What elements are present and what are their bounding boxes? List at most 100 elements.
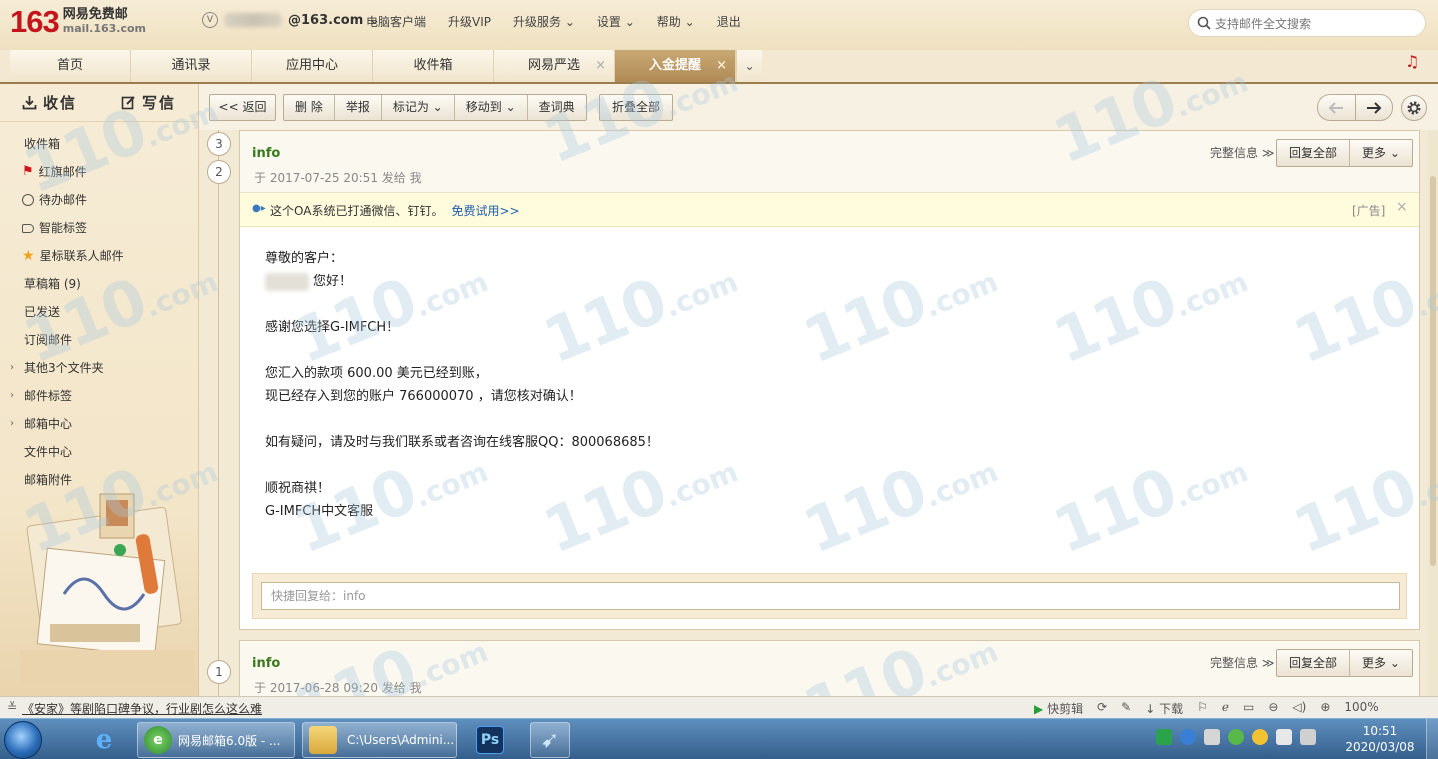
dictionary-button[interactable]: 查词典 — [528, 95, 586, 120]
back-button[interactable]: << 返回 — [209, 94, 276, 121]
download-button[interactable]: ↓ 下载 — [1145, 700, 1183, 717]
ie-icon[interactable]: ℯ — [1222, 700, 1229, 717]
window-icon[interactable]: ▭ — [1243, 700, 1254, 717]
sidebar-item-inbox[interactable]: 收件箱 — [0, 130, 198, 158]
sidebar-item-starred[interactable]: ★ 星标联系人邮件 — [0, 242, 198, 270]
flag-icon[interactable]: ⚐ — [1197, 700, 1208, 717]
search-input[interactable]: 支持邮件全文搜索 — [1188, 9, 1426, 37]
volume-icon[interactable] — [1276, 729, 1292, 745]
top-nav: 电脑客户端 升级VIP 升级服务 ⌄ 设置 ⌄ 帮助 ⌄ 退出 — [366, 13, 763, 30]
thread-count-bubble[interactable]: 3 — [207, 132, 231, 156]
network-icon[interactable] — [1204, 729, 1220, 745]
thread-count-bubble[interactable]: 1 — [207, 660, 231, 684]
scrollbar[interactable] — [1428, 130, 1438, 696]
nav-desktop-client[interactable]: 电脑客户端 — [366, 13, 426, 30]
display-icon[interactable] — [1300, 729, 1316, 745]
sidebar-item-drafts[interactable]: 草稿箱 (9) — [0, 270, 198, 298]
security-icon[interactable] — [1228, 729, 1244, 745]
quick-edit-button[interactable]: ▶ 快剪辑 — [1034, 700, 1083, 717]
report-button[interactable]: 举报 — [335, 95, 382, 120]
messenger-icon[interactable] — [1252, 729, 1268, 745]
full-info-toggle[interactable]: 完整信息 ≫ — [1210, 654, 1274, 671]
settings-button[interactable] — [1401, 95, 1427, 121]
compose-button[interactable]: 写信 — [99, 84, 198, 121]
reply-all-button[interactable]: 回复全部 — [1277, 140, 1351, 166]
ad-text: 这个OA系统已打通微信、钉钉。 — [270, 204, 444, 218]
move-to-dropdown[interactable]: 移动到 ⌄ — [455, 95, 528, 120]
quick-reply-input[interactable]: 快捷回复给：info — [261, 582, 1400, 610]
folder-list: 收件箱 ⚑ 红旗邮件 待办邮件 智能标签 ★ 星标联系人邮件 草稿箱 (9) 已… — [0, 122, 198, 494]
collapse-all-button[interactable]: 折叠全部 — [599, 94, 673, 121]
delete-button[interactable]: 删 除 — [284, 95, 335, 120]
close-icon[interactable]: × — [716, 50, 727, 82]
account-menu[interactable]: V @163.com ⌄ — [202, 12, 380, 28]
reply-all-button[interactable]: 回复全部 — [1277, 650, 1351, 676]
taskbar-photoshop[interactable]: Ps — [470, 722, 510, 758]
music-icon[interactable]: ♫ — [1405, 52, 1425, 72]
tab-contacts[interactable]: 通讯录 — [131, 50, 252, 82]
message-meta: 于 2017-07-25 20:51 发给 我 — [254, 171, 422, 185]
sender-name[interactable]: info — [252, 146, 280, 161]
thread-count-bubble[interactable]: 2 — [207, 160, 231, 184]
full-info-toggle[interactable]: 完整信息 ≫ — [1210, 144, 1274, 161]
receive-button[interactable]: 收信 — [0, 84, 99, 121]
system-clock[interactable]: 10:51 2020/03/08 — [1338, 723, 1422, 755]
taskbar-mail-window[interactable]: e 网易邮箱6.0版 - ... — [137, 722, 295, 758]
sidebar-item-subscriptions[interactable]: 订阅邮件 — [0, 326, 198, 354]
taskbar-explorer-window[interactable]: C:\Users\Admini... — [302, 722, 457, 758]
zoom-icon[interactable]: ⊕ — [1320, 700, 1330, 717]
message-card: info 于 2017-06-28 09:20 发给 我 完整信息 ≫ 回复全部… — [239, 640, 1420, 696]
tab-deposit-notice[interactable]: 入金提醒 × — [615, 50, 736, 82]
close-icon[interactable]: × — [595, 50, 606, 82]
tab-app-center[interactable]: 应用中心 — [252, 50, 373, 82]
sidebar-item-other-folders[interactable]: › 其他3个文件夹 — [0, 354, 198, 382]
nav-upgrade-service[interactable]: 升级服务 ⌄ — [513, 13, 575, 30]
next-mail-button[interactable] — [1354, 94, 1393, 121]
start-button[interactable] — [4, 721, 42, 759]
download-icon — [22, 96, 37, 110]
sidebar-item-todo[interactable]: 待办邮件 — [0, 186, 198, 214]
nav-upgrade-vip[interactable]: 升级VIP — [448, 13, 491, 30]
shield-icon[interactable] — [1180, 729, 1196, 745]
tab-inbox[interactable]: 收件箱 — [373, 50, 494, 82]
refresh-icon[interactable]: ⟳ — [1097, 700, 1107, 717]
taskbar-ie[interactable]: e — [82, 722, 126, 758]
tab-yanxuan[interactable]: 网易严选 × — [494, 50, 615, 82]
body-line-3: 如有疑问，请及时与我们联系或者咨询在线客服QQ：800068685！ — [265, 435, 659, 450]
zoom-out-icon[interactable]: ⊖ — [1268, 700, 1278, 717]
nav-help[interactable]: 帮助 ⌄ — [657, 13, 695, 30]
sidebar-item-sent[interactable]: 已发送 — [0, 298, 198, 326]
taskbar-app[interactable]: ➹ — [530, 722, 570, 758]
sidebar-item-mailbox-center[interactable]: › 邮箱中心 — [0, 410, 198, 438]
nav-logout[interactable]: 退出 — [717, 13, 741, 30]
sidebar-item-smart-tags[interactable]: 智能标签 — [0, 214, 198, 242]
show-desktop-button[interactable] — [1426, 719, 1438, 759]
chevron-right-icon: › — [10, 390, 14, 401]
conversation-view: 3 2 1 info 于 2017-07-25 20:51 发给 我 完整信息 … — [199, 130, 1438, 696]
star-icon: ★ — [22, 248, 35, 264]
close-icon[interactable]: × — [1396, 199, 1408, 215]
sogou-icon[interactable] — [1156, 729, 1172, 745]
sidebar-item-file-center[interactable]: 文件中心 — [0, 438, 198, 466]
tab-home[interactable]: 首页 — [10, 50, 131, 82]
pin-icon[interactable]: ✎ — [1121, 700, 1131, 717]
zoom-level[interactable]: 100% — [1344, 700, 1378, 717]
oa-icon: ●▸ — [252, 203, 266, 214]
sidebar-item-mail-tags[interactable]: › 邮件标签 — [0, 382, 198, 410]
ad-link[interactable]: 免费试用>> — [451, 204, 519, 218]
news-ticker-link[interactable]: 《安家》等剧陷口碑争议，行业剧怎么这么难 — [22, 700, 262, 717]
tabs-more-button[interactable]: ⌄ — [736, 50, 762, 82]
sidebar-item-flagged[interactable]: ⚑ 红旗邮件 — [0, 158, 198, 186]
more-dropdown[interactable]: 更多 ⌄ — [1350, 650, 1412, 676]
chevron-down-icon[interactable]: ≚ — [7, 700, 17, 714]
speaker-icon[interactable]: ◁) — [1292, 700, 1306, 717]
previous-mail-button[interactable] — [1317, 94, 1355, 121]
mark-as-dropdown[interactable]: 标记为 ⌄ — [382, 95, 455, 120]
mail-toolbar: << 返回 删 除 举报 标记为 ⌄ 移动到 ⌄ 查词典 折叠全部 — [199, 84, 1438, 130]
sidebar: 收信 写信 收件箱 ⚑ 红旗邮件 待办邮件 智能标签 ★ 星标联系人邮件 草稿箱… — [0, 84, 199, 696]
logo[interactable]: 163 网易免费邮 mail.163.com — [10, 6, 146, 37]
sender-name[interactable]: info — [252, 656, 280, 671]
nav-settings[interactable]: 设置 ⌄ — [597, 13, 635, 30]
scrollbar-thumb[interactable] — [1430, 176, 1436, 566]
more-dropdown[interactable]: 更多 ⌄ — [1350, 140, 1412, 166]
